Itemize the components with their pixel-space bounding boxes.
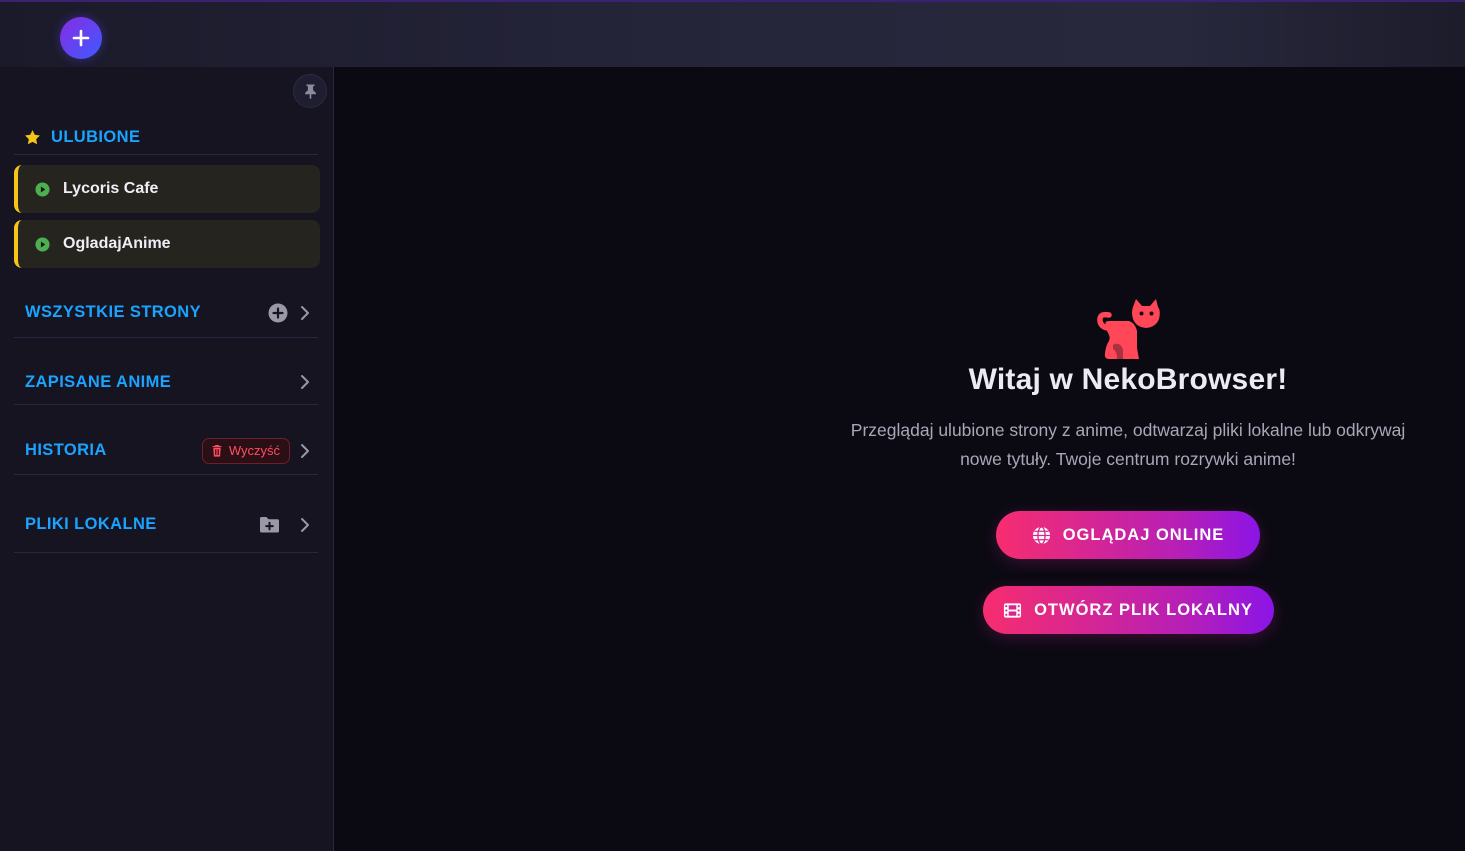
favorites-title: ULUBIONE [51,128,141,146]
open-local-file-button[interactable]: OTWÓRZ PLIK LOKALNY [982,586,1274,634]
play-circle-icon [35,236,50,252]
chevron-right-icon[interactable] [300,517,310,533]
welcome-title: Witaj w NekoBrowser! [968,363,1288,396]
section-saved-anime[interactable]: ZAPISANE ANIME [14,360,318,405]
open-local-file-label: OTWÓRZ PLIK LOKALNY [1034,600,1253,619]
clear-history-label: Wyczyść [228,443,280,458]
section-local-files[interactable]: PLIKI LOKALNE [14,497,318,553]
history-title: HISTORIA [25,441,107,459]
top-bar [0,0,1465,67]
favorite-item-ogladajanime[interactable]: OgladajAnime [14,220,320,268]
welcome-description: Przeglądaj ulubione strony z anime, odtw… [850,420,1406,469]
film-icon [1004,602,1022,618]
history-actions: Wyczyść [201,427,318,474]
all-sites-title: WSZYSTKIE STRONY [25,303,201,321]
favorite-item-label: OgladajAnime [63,235,171,252]
chevron-right-icon[interactable] [300,305,310,321]
watch-online-label: OGLĄDAJ ONLINE [1062,525,1225,544]
favorites-header: ULUBIONE [14,121,318,155]
chevron-right-icon[interactable] [300,443,310,459]
new-tab-button[interactable] [60,17,102,59]
saved-anime-actions [288,360,318,404]
main-content: Witaj w NekoBrowser! Przeglądaj ulubione… [335,67,1465,851]
section-all-sites[interactable]: WSZYSTKIE STRONY [14,288,318,338]
favorite-item-label: Lycoris Cafe [63,180,159,197]
chevron-right-icon[interactable] [300,374,310,390]
folder-plus-icon[interactable] [259,516,280,533]
play-circle-icon [35,181,50,197]
star-icon [25,130,40,145]
local-files-title: PLIKI LOKALNE [25,515,157,533]
plus-icon [72,29,90,47]
globe-icon [1032,525,1050,545]
clear-history-button[interactable]: Wyczyść [201,437,290,464]
local-files-actions [259,497,318,552]
trash-icon [212,444,222,457]
sidebar: ULUBIONE Lycoris Cafe OgladajAnime WSZYS… [0,67,334,851]
circle-plus-icon[interactable] [268,303,288,323]
watch-online-button[interactable]: OGLĄDAJ ONLINE [996,511,1260,559]
favorite-item-lycoris-cafe[interactable]: Lycoris Cafe [14,165,320,213]
welcome-panel: Witaj w NekoBrowser! Przeglądaj ulubione… [805,297,1451,634]
saved-anime-title: ZAPISANE ANIME [25,372,172,391]
thumbtack-icon [304,84,316,99]
pin-sidebar-button[interactable] [293,74,327,108]
all-sites-actions [268,288,318,337]
cat-icon [1097,299,1160,359]
section-history[interactable]: HISTORIA Wyczyść [14,427,318,475]
